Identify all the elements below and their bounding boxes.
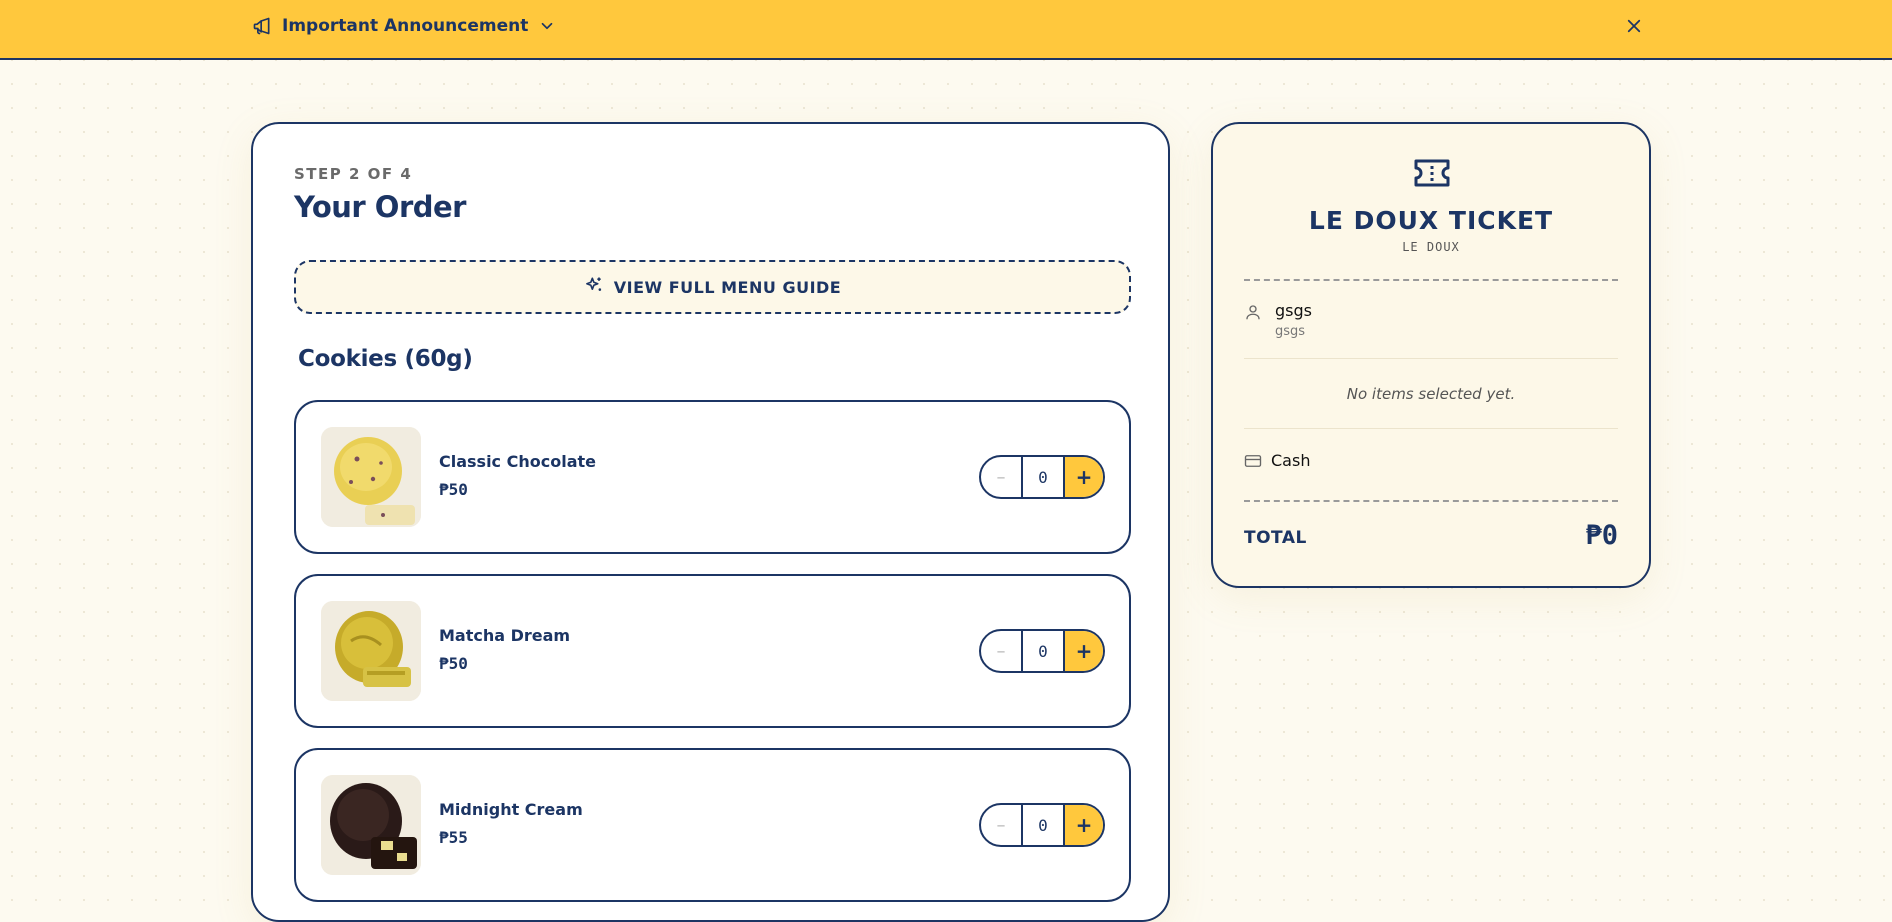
cookie-image-midnight-cream	[321, 775, 421, 875]
order-ticket: LE DOUX TICKET LE DOUX gsgs gsgs No item…	[1211, 122, 1651, 588]
ticket-icon	[1413, 158, 1451, 192]
increase-button[interactable]: +	[1065, 805, 1103, 845]
close-icon	[1625, 17, 1643, 39]
decrease-button[interactable]: –	[981, 457, 1023, 497]
quantity-value[interactable]: 0	[1023, 457, 1065, 497]
ticket-divider	[1244, 500, 1618, 502]
menu-item: Classic Chocolate ₱50 – 0 +	[294, 400, 1131, 554]
announcement-label: Important Announcement	[282, 16, 529, 36]
item-price: ₱50	[439, 480, 468, 499]
increase-button[interactable]: +	[1065, 631, 1103, 671]
item-price: ₱55	[439, 828, 468, 847]
quantity-stepper: – 0 +	[979, 803, 1105, 847]
announcement-banner: Important Announcement	[0, 0, 1892, 60]
chevron-down-icon	[538, 17, 556, 35]
close-banner-button[interactable]	[1622, 16, 1646, 40]
cookie-image-matcha-dream	[321, 601, 421, 701]
item-name: Midnight Cream	[439, 800, 583, 819]
ticket-divider	[1244, 358, 1618, 359]
decrease-button[interactable]: –	[981, 631, 1023, 671]
page-title: Your Order	[294, 190, 467, 224]
total-value: ₱0	[1585, 520, 1618, 551]
quantity-stepper: – 0 +	[979, 629, 1105, 673]
user-icon	[1244, 302, 1262, 326]
payment-method: Cash	[1271, 451, 1311, 470]
customer-name: gsgs	[1275, 301, 1312, 320]
item-name: Matcha Dream	[439, 626, 571, 645]
increase-button[interactable]: +	[1065, 457, 1103, 497]
megaphone-icon	[252, 16, 272, 36]
quantity-value[interactable]: 0	[1023, 631, 1065, 671]
ticket-divider	[1244, 428, 1618, 429]
ticket-title: LE DOUX TICKET	[1308, 206, 1554, 235]
cookie-image-classic-chocolate	[321, 427, 421, 527]
item-price: ₱50	[439, 654, 468, 673]
order-card: STEP 2 OF 4 Your Order VIEW FULL MENU GU…	[251, 122, 1170, 922]
view-menu-guide-button[interactable]: VIEW FULL MENU GUIDE	[294, 260, 1131, 314]
ticket-divider	[1244, 279, 1618, 281]
credit-card-icon	[1244, 453, 1262, 473]
section-title: Cookies (60g)	[298, 346, 473, 372]
ticket-subtitle: LE DOUX	[1402, 240, 1460, 254]
menu-guide-label: VIEW FULL MENU GUIDE	[613, 277, 842, 297]
customer-detail: gsgs	[1275, 324, 1306, 339]
step-indicator: STEP 2 OF 4	[294, 165, 413, 183]
quantity-value[interactable]: 0	[1023, 805, 1065, 845]
menu-item: Matcha Dream ₱50 – 0 +	[294, 574, 1131, 728]
item-name: Classic Chocolate	[439, 452, 596, 471]
announcement-toggle[interactable]: Important Announcement	[252, 16, 556, 36]
empty-items-message: No items selected yet.	[1346, 385, 1516, 403]
total-label: TOTAL	[1244, 528, 1307, 548]
quantity-stepper: – 0 +	[979, 455, 1105, 499]
menu-item: Midnight Cream ₱55 – 0 +	[294, 748, 1131, 902]
decrease-button[interactable]: –	[981, 805, 1023, 845]
sparkles-icon	[584, 275, 604, 299]
